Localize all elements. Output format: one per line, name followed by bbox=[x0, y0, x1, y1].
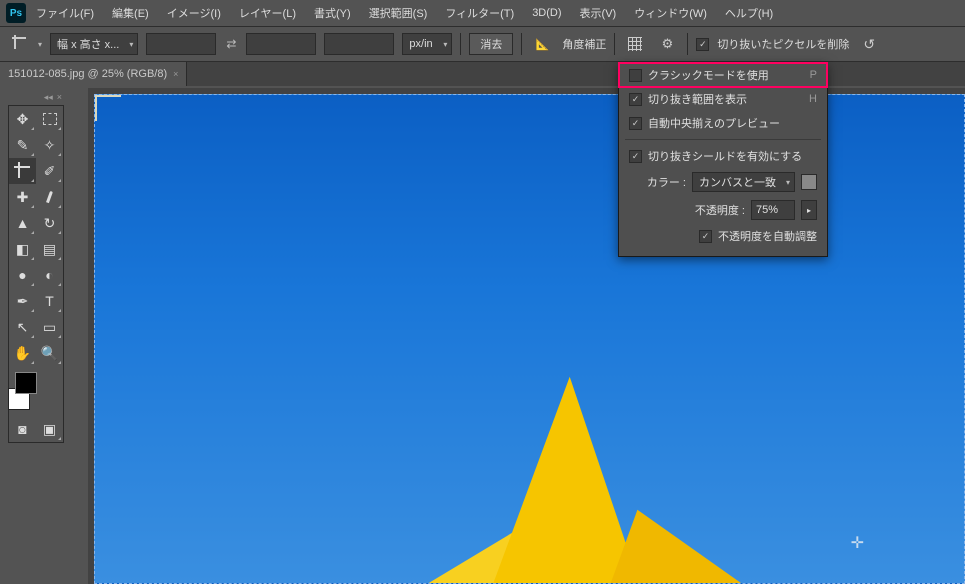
overlay-grid-icon[interactable] bbox=[623, 33, 647, 55]
separator bbox=[521, 33, 522, 55]
shield-color-dropdown[interactable]: カンバスと一致 bbox=[692, 172, 795, 192]
shield-color-row: カラー : カンバスと一致 bbox=[619, 168, 827, 196]
menu-help[interactable]: ヘルプ(H) bbox=[717, 1, 781, 25]
separator bbox=[687, 33, 688, 55]
history-brush-tool[interactable]: ↻ bbox=[36, 210, 63, 236]
auto-adjust-opacity-checkbox[interactable]: ✓ bbox=[699, 230, 712, 243]
clear-button[interactable]: 消去 bbox=[469, 33, 513, 55]
app-logo: Ps bbox=[6, 3, 26, 23]
separator bbox=[625, 139, 821, 140]
menu-edit[interactable]: 編集(E) bbox=[104, 1, 157, 25]
hand-tool[interactable]: ✋ bbox=[9, 340, 36, 366]
classic-mode-label: クラシックモードを使用 bbox=[648, 67, 769, 83]
gradient-tool[interactable]: ▤ bbox=[36, 236, 63, 262]
document-tab-title: 151012-085.jpg @ 25% (RGB/8) bbox=[8, 68, 167, 80]
show-cropped-area-checkbox[interactable]: ✓ bbox=[629, 93, 642, 106]
eyedropper-tool[interactable]: ✐ bbox=[36, 158, 63, 184]
shield-color-swatch[interactable] bbox=[801, 174, 817, 190]
shield-opacity-input[interactable]: 75% bbox=[751, 200, 795, 220]
straighten-icon[interactable]: 📐 bbox=[530, 33, 554, 55]
auto-center-label: 自動中央揃えのプレビュー bbox=[648, 115, 780, 131]
classic-mode-shortcut: P bbox=[810, 69, 817, 81]
menu-3d[interactable]: 3D(D) bbox=[524, 3, 569, 23]
document-image[interactable]: ✛ bbox=[94, 94, 965, 584]
crop-settings-gear-icon[interactable]: ⚙ bbox=[655, 33, 679, 55]
crop-tool-indicator-icon bbox=[12, 35, 30, 53]
crop-handle-top-left[interactable] bbox=[94, 94, 121, 121]
auto-center-checkbox[interactable]: ✓ bbox=[629, 117, 642, 130]
menu-view[interactable]: 表示(V) bbox=[572, 1, 625, 25]
path-selection-tool[interactable]: ↖ bbox=[9, 314, 36, 340]
unit-dropdown[interactable]: px/in bbox=[402, 33, 452, 55]
blur-tool[interactable]: ● bbox=[9, 262, 36, 288]
lasso-tool[interactable]: ✎ bbox=[9, 132, 36, 158]
swap-dimensions-icon[interactable]: ⇄ bbox=[224, 37, 238, 51]
type-tool[interactable]: T bbox=[36, 288, 63, 314]
color-swatches[interactable] bbox=[9, 366, 36, 416]
crop-center-target-icon: ✛ bbox=[851, 533, 864, 553]
auto-adjust-opacity-label: 不透明度を自動調整 bbox=[718, 228, 817, 244]
show-cropped-area-shortcut: H bbox=[809, 93, 817, 105]
menu-type[interactable]: 書式(Y) bbox=[306, 1, 359, 25]
screen-mode-tool[interactable]: ▣ bbox=[36, 416, 63, 442]
shield-color-label: カラー : bbox=[647, 174, 686, 190]
show-cropped-area-row[interactable]: ✓ 切り抜き範囲を表示 H bbox=[619, 87, 827, 111]
shield-opacity-flyout-icon[interactable]: ▸ bbox=[801, 200, 817, 220]
crop-resolution-input[interactable] bbox=[324, 33, 394, 55]
separator bbox=[614, 33, 615, 55]
crop-tool[interactable] bbox=[9, 158, 36, 184]
crop-preset-dropdown[interactable]: 幅 x 高さ x... bbox=[50, 33, 138, 55]
auto-center-row[interactable]: ✓ 自動中央揃えのプレビュー bbox=[619, 111, 827, 135]
enable-shield-label: 切り抜きシールドを有効にする bbox=[648, 148, 802, 164]
show-cropped-area-label: 切り抜き範囲を表示 bbox=[648, 91, 747, 107]
canvas-area: ✛ bbox=[88, 88, 965, 584]
zoom-tool[interactable]: 🔍 bbox=[36, 340, 63, 366]
document-tab[interactable]: 151012-085.jpg @ 25% (RGB/8) × bbox=[0, 62, 187, 86]
menu-layer[interactable]: レイヤー(L) bbox=[231, 1, 304, 25]
menu-bar: Ps ファイル(F) 編集(E) イメージ(I) レイヤー(L) 書式(Y) 選… bbox=[0, 0, 965, 26]
reset-icon[interactable]: ↺ bbox=[863, 36, 875, 53]
separator bbox=[460, 33, 461, 55]
menu-image[interactable]: イメージ(I) bbox=[159, 1, 229, 25]
clone-stamp-tool[interactable]: ▲ bbox=[9, 210, 36, 236]
crop-height-input[interactable] bbox=[246, 33, 316, 55]
collapse-icon[interactable]: ◂◂ bbox=[44, 92, 53, 103]
auto-adjust-opacity-row[interactable]: ✓ 不透明度を自動調整 bbox=[619, 224, 827, 248]
classic-mode-row[interactable]: クラシックモードを使用 P bbox=[619, 63, 827, 87]
tools-panel: ◂◂ × ✥ ✎ ✧ ✐ ✚ ▲ ↻ ◧ ▤ ● ◐ ✒ T ↖ ▭ ✋ 🔍 ◙… bbox=[8, 92, 64, 443]
menu-select[interactable]: 選択範囲(S) bbox=[361, 1, 436, 25]
chevron-down-icon[interactable]: ▾ bbox=[38, 40, 42, 49]
healing-brush-tool[interactable]: ✚ bbox=[9, 184, 36, 210]
menu-file[interactable]: ファイル(F) bbox=[28, 1, 102, 25]
tools-panel-header: ◂◂ × bbox=[8, 92, 64, 105]
dodge-tool[interactable]: ◐ bbox=[36, 262, 63, 288]
brush-tool[interactable] bbox=[36, 184, 63, 210]
delete-cropped-label: 切り抜いたピクセルを削除 bbox=[717, 36, 849, 52]
options-bar: ▾ 幅 x 高さ x... ⇄ px/in 消去 📐 角度補正 ⚙ ✓ 切り抜い… bbox=[0, 26, 965, 62]
straighten-label[interactable]: 角度補正 bbox=[562, 36, 606, 52]
shield-opacity-label: 不透明度 : bbox=[695, 202, 745, 218]
shield-opacity-row: 不透明度 : 75% ▸ bbox=[619, 196, 827, 224]
quick-mask-tool[interactable]: ◙ bbox=[9, 416, 36, 442]
enable-shield-row[interactable]: ✓ 切り抜きシールドを有効にする bbox=[619, 144, 827, 168]
classic-mode-checkbox[interactable] bbox=[629, 69, 642, 82]
crop-width-input[interactable] bbox=[146, 33, 216, 55]
close-icon[interactable]: × bbox=[57, 92, 62, 103]
delete-cropped-checkbox[interactable]: ✓ bbox=[696, 38, 709, 51]
crop-options-popup: クラシックモードを使用 P ✓ 切り抜き範囲を表示 H ✓ 自動中央揃えのプレビ… bbox=[618, 62, 828, 257]
pen-tool[interactable]: ✒ bbox=[9, 288, 36, 314]
menu-window[interactable]: ウィンドウ(W) bbox=[626, 1, 715, 25]
magic-wand-tool[interactable]: ✧ bbox=[36, 132, 63, 158]
shape-tool[interactable]: ▭ bbox=[36, 314, 63, 340]
enable-shield-checkbox[interactable]: ✓ bbox=[629, 150, 642, 163]
menu-filter[interactable]: フィルター(T) bbox=[437, 1, 522, 25]
eraser-tool[interactable]: ◧ bbox=[9, 236, 36, 262]
move-tool[interactable]: ✥ bbox=[9, 106, 36, 132]
image-content bbox=[250, 342, 810, 584]
close-tab-icon[interactable]: × bbox=[173, 69, 178, 79]
rectangular-marquee-tool[interactable] bbox=[36, 106, 63, 132]
